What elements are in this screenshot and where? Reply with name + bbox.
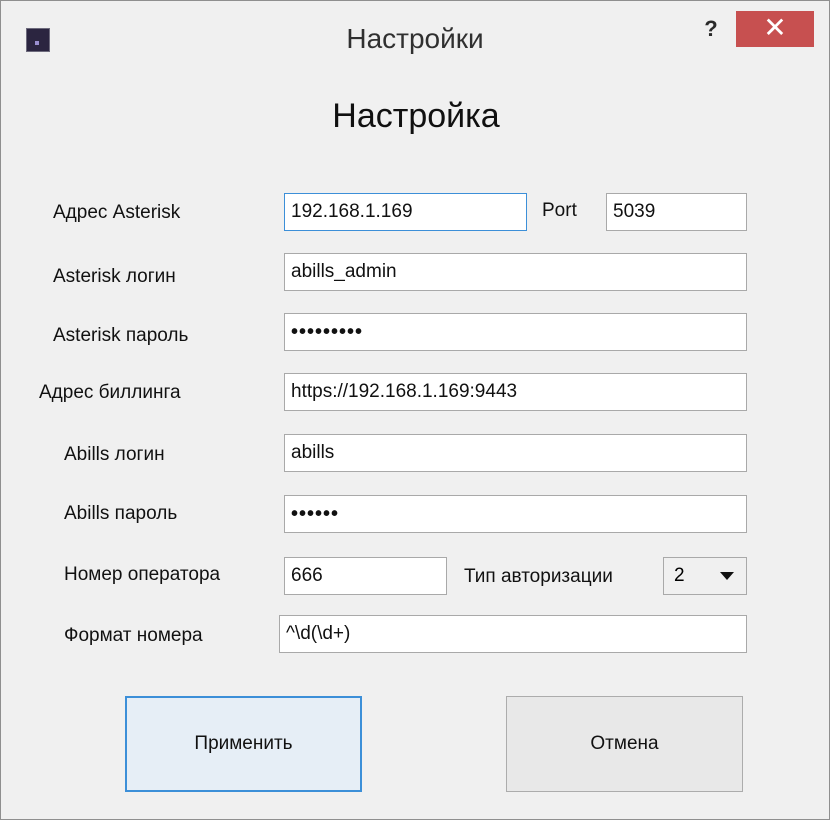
asterisk-password-label: Asterisk пароль — [53, 325, 189, 346]
auth-type-select[interactable]: 2 — [663, 557, 747, 595]
asterisk-address-input[interactable]: 192.168.1.169 — [284, 193, 527, 231]
form-heading: Настройка — [332, 97, 500, 135]
abills-password-label: Abills пароль — [64, 503, 178, 524]
abills-login-label: Abills логин — [64, 444, 165, 465]
number-format-label: Формат номера — [64, 625, 203, 646]
close-button[interactable]: ✕ — [736, 11, 814, 47]
help-button[interactable]: ? — [696, 17, 726, 47]
port-input[interactable]: 5039 — [606, 193, 747, 231]
billing-address-label: Адрес биллинга — [39, 382, 181, 403]
port-label: Port — [542, 200, 577, 221]
asterisk-login-input[interactable]: abills_admin — [284, 253, 747, 291]
operator-number-label: Номер оператора — [64, 564, 221, 585]
auth-type-label: Тип авторизации — [464, 566, 613, 587]
abills-login-input[interactable]: abills — [284, 434, 747, 472]
auth-type-value: 2 — [674, 565, 685, 586]
settings-dialog: Настройки ? ✕ Настройка Адрес Asterisk 1… — [0, 0, 830, 820]
billing-address-input[interactable]: https://192.168.1.169:9443 — [284, 373, 747, 411]
operator-number-input[interactable]: 666 — [284, 557, 447, 595]
cancel-button[interactable]: Отмена — [506, 696, 743, 792]
chevron-down-icon — [720, 572, 734, 580]
apply-button[interactable]: Применить — [125, 696, 362, 792]
title-bar: Настройки ? ✕ — [1, 1, 829, 85]
close-icon: ✕ — [763, 12, 787, 43]
asterisk-login-label: Asterisk логин — [53, 266, 176, 287]
number-format-input[interactable]: ^\d(\d+) — [279, 615, 747, 653]
abills-password-input[interactable]: •••••• — [284, 495, 747, 533]
asterisk-address-label: Адрес Asterisk — [53, 202, 181, 223]
asterisk-password-input[interactable]: ••••••••• — [284, 313, 747, 351]
